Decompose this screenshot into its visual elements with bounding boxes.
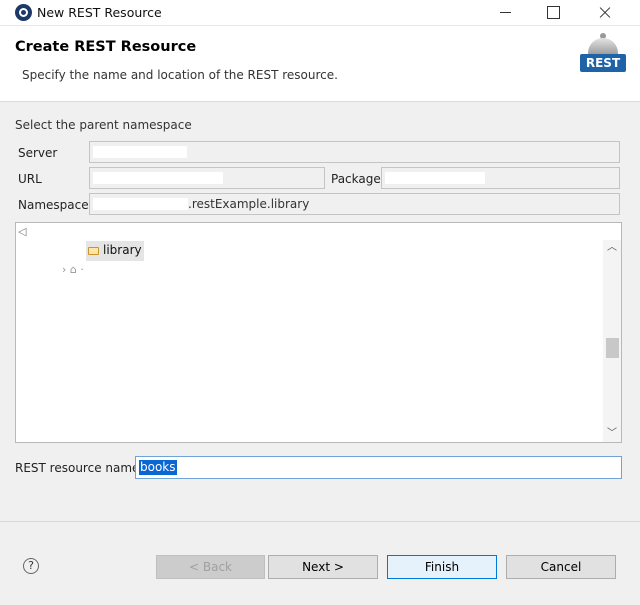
redacted-value — [93, 198, 188, 210]
next-button[interactable]: Next > — [268, 555, 378, 579]
rest-logo-icon: REST — [580, 32, 626, 74]
namespace-value: .restExample.library — [188, 197, 310, 211]
namespace-field[interactable]: .restExample.library — [89, 193, 620, 215]
folder-icon — [88, 247, 99, 255]
package-label: Package — [331, 172, 381, 186]
resource-name-label: REST resource name — [15, 461, 140, 475]
footer-divider — [0, 521, 640, 522]
redacted-value — [93, 172, 223, 184]
banner-title: Create REST Resource — [15, 39, 197, 55]
cloche-icon — [588, 38, 618, 55]
title-bar: New REST Resource — [0, 0, 640, 26]
collapse-all-icon[interactable]: ◁ — [18, 226, 30, 238]
cancel-button[interactable]: Cancel — [506, 555, 616, 579]
tree-vertical-scrollbar[interactable]: ︿ ﹀ — [603, 240, 621, 442]
url-label: URL — [18, 172, 42, 186]
url-field[interactable] — [89, 167, 325, 189]
back-button[interactable]: < Back — [156, 555, 265, 579]
rest-logo-text: REST — [580, 54, 626, 72]
window-title: New REST Resource — [37, 5, 162, 20]
redacted-value — [93, 146, 187, 158]
server-field[interactable] — [89, 141, 620, 163]
server-label: Server — [18, 146, 58, 160]
scrollbar-thumb[interactable] — [606, 338, 619, 358]
resource-name-selected-text: books — [139, 460, 177, 475]
chevron-up-icon[interactable]: ︿ — [603, 240, 621, 256]
section-label: Select the parent namespace — [15, 118, 192, 132]
wizard-banner: Create REST Resource Specify the name an… — [0, 26, 640, 102]
package-field[interactable] — [381, 167, 620, 189]
namespace-tree[interactable]: ◁ library › ⌂ · ︿ ﹀ — [15, 222, 622, 443]
namespace-label: Namespace — [18, 198, 89, 212]
help-icon[interactable]: ? — [23, 558, 39, 574]
tree-item-library[interactable]: library — [86, 241, 144, 261]
close-button[interactable] — [582, 0, 628, 26]
maximize-button[interactable] — [530, 0, 576, 26]
tree-item-partial[interactable]: › ⌂ · — [62, 263, 84, 276]
banner-subtitle: Specify the name and location of the RES… — [22, 68, 338, 82]
eclipse-app-icon — [15, 4, 32, 21]
minimize-button[interactable] — [484, 0, 530, 26]
redacted-value — [385, 172, 485, 184]
chevron-down-icon[interactable]: ﹀ — [603, 426, 621, 442]
tree-item-label: library — [103, 243, 142, 257]
resource-name-input[interactable] — [135, 456, 622, 479]
finish-button[interactable]: Finish — [387, 555, 497, 579]
